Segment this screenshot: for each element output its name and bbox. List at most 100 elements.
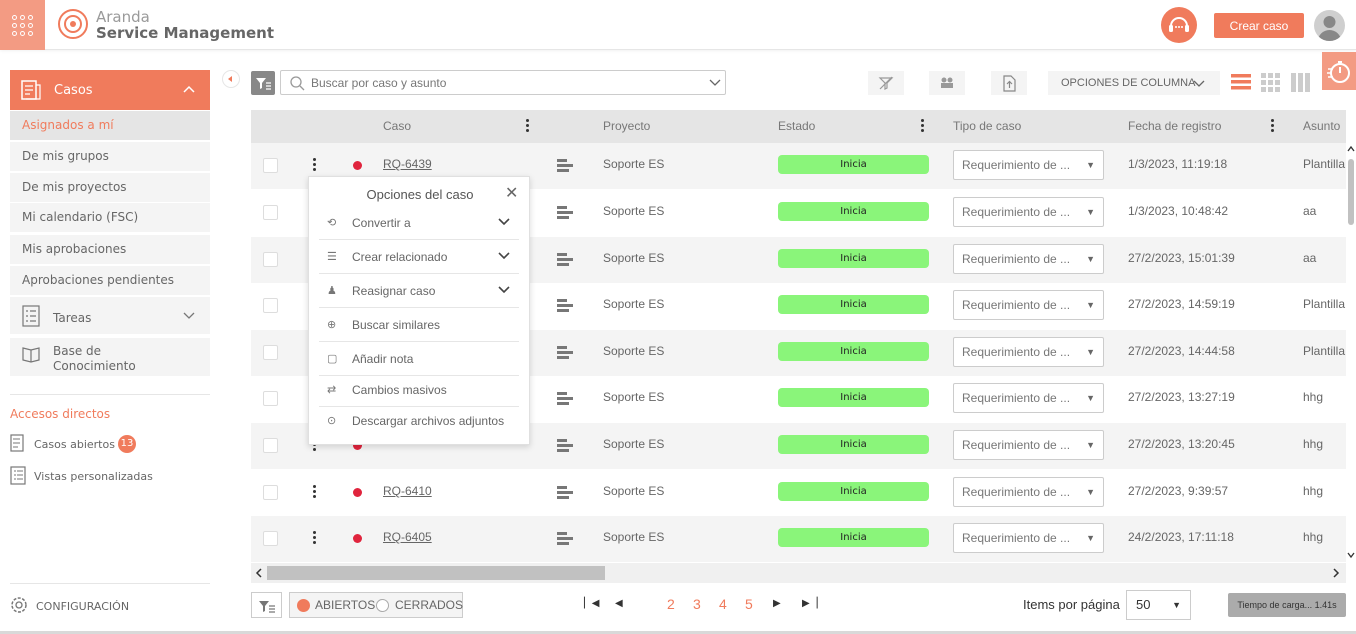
chevron-up-icon[interactable]: [182, 82, 196, 96]
scroll-left-icon[interactable]: [255, 568, 263, 578]
row-checkbox[interactable]: [263, 531, 278, 546]
search-input[interactable]: [311, 74, 691, 92]
case-type-select[interactable]: Requerimiento de ... ▼: [953, 150, 1104, 180]
last-page-icon[interactable]: ▶▕: [802, 598, 817, 609]
row-checkbox[interactable]: [263, 158, 278, 173]
project-icon[interactable]: [557, 392, 573, 405]
project-icon[interactable]: [557, 299, 573, 312]
filter-list-button[interactable]: [251, 71, 275, 95]
row-menu-icon[interactable]: [313, 531, 317, 546]
abiertos-radio[interactable]: [297, 599, 310, 612]
row-checkbox[interactable]: [263, 345, 278, 360]
page-3[interactable]: 3: [693, 596, 701, 612]
page-2[interactable]: 2: [667, 596, 675, 612]
case-id-link[interactable]: RQ-6439: [383, 157, 432, 171]
page-5[interactable]: 5: [745, 596, 753, 612]
user-avatar[interactable]: [1314, 10, 1345, 41]
case-type-select[interactable]: Requerimiento de ... ▼: [953, 244, 1104, 274]
scrollbar-thumb[interactable]: [267, 566, 605, 580]
row-menu-icon[interactable]: [313, 485, 317, 500]
chevron-down-icon[interactable]: [497, 249, 511, 263]
sidebar-item-proyectos[interactable]: De mis proyectos: [10, 173, 210, 202]
case-option-item[interactable]: ⟲ Convertir a: [319, 207, 519, 240]
chevron-down-icon[interactable]: [497, 283, 511, 297]
row-checkbox[interactable]: [263, 391, 278, 406]
search-box[interactable]: [280, 70, 726, 95]
prev-page-icon[interactable]: ◀: [615, 598, 623, 609]
case-option-item[interactable]: ⊙ Descargar archivos adjuntos: [319, 405, 519, 438]
sidebar-item-pendientes[interactable]: Aprobaciones pendientes: [10, 266, 210, 295]
row-menu-icon[interactable]: [313, 158, 317, 173]
scrollbar-thumb[interactable]: [1348, 159, 1354, 225]
case-type-select[interactable]: Requerimiento de ... ▼: [953, 290, 1104, 320]
col-header-tipo[interactable]: Tipo de caso: [953, 119, 1021, 133]
sidebar-item-calendario[interactable]: Mi calendario (FSC): [10, 203, 210, 232]
sidebar-casos-header[interactable]: Casos: [10, 70, 210, 110]
case-option-item[interactable]: ☰ Crear relacionado: [319, 241, 519, 274]
headset-support-icon[interactable]: [1161, 7, 1197, 43]
close-icon[interactable]: ✕: [505, 183, 518, 202]
sidebar-item-asignados[interactable]: Asignados a mí: [10, 111, 210, 140]
assign-users-button[interactable]: [929, 71, 965, 95]
row-checkbox[interactable]: [263, 252, 278, 267]
column-menu-icon[interactable]: [526, 119, 530, 134]
cerrados-radio[interactable]: [376, 599, 389, 612]
col-header-proyecto[interactable]: Proyecto: [603, 119, 650, 133]
column-view-icon[interactable]: [1291, 72, 1311, 92]
case-option-item[interactable]: ⇄ Cambios masivos: [319, 374, 519, 407]
apps-grid-icon[interactable]: [0, 0, 45, 50]
shortcut-casos-abiertos[interactable]: Casos abiertos 13: [10, 434, 210, 454]
project-icon[interactable]: [557, 159, 573, 172]
row-checkbox[interactable]: [263, 438, 278, 453]
project-icon[interactable]: [557, 346, 573, 359]
case-type-select[interactable]: Requerimiento de ... ▼: [953, 383, 1104, 413]
items-per-page-select[interactable]: 50 ▼: [1126, 590, 1191, 620]
table-row[interactable]: RQ-6405 Soporte ES Inicia Requerimiento de …: [251, 516, 1346, 562]
project-icon[interactable]: [557, 532, 573, 545]
project-icon[interactable]: [557, 439, 573, 452]
case-type-select[interactable]: Requerimiento de ... ▼: [953, 523, 1104, 553]
chevron-down-icon[interactable]: [497, 215, 511, 229]
cerrados-label[interactable]: CERRADOS: [395, 598, 463, 612]
page-4[interactable]: 4: [719, 596, 727, 612]
sidebar-item-tareas[interactable]: Tareas: [10, 297, 210, 334]
row-checkbox[interactable]: [263, 298, 278, 313]
collapse-sidebar-button[interactable]: [222, 70, 240, 88]
col-header-fecha[interactable]: Fecha de registro: [1128, 119, 1221, 133]
chevron-down-icon[interactable]: [182, 310, 196, 322]
project-icon[interactable]: [557, 206, 573, 219]
shortcut-vistas-personalizadas[interactable]: Vistas personalizadas: [10, 466, 210, 486]
vertical-scrollbar[interactable]: [1346, 143, 1356, 562]
sidebar-item-base-conocimiento[interactable]: Base de Conocimiento: [10, 338, 210, 376]
row-checkbox[interactable]: [263, 485, 278, 500]
table-row[interactable]: RQ-6410 Soporte ES Inicia Requerimiento de …: [251, 470, 1346, 516]
case-id-link[interactable]: RQ-6410: [383, 484, 432, 498]
grid-view-icon[interactable]: [1261, 72, 1281, 92]
footer-filter-button[interactable]: [251, 592, 282, 618]
column-options-dropdown[interactable]: OPCIONES DE COLUMNA: [1048, 71, 1220, 95]
create-case-button[interactable]: Crear caso: [1214, 13, 1304, 38]
col-header-asunto[interactable]: Asunto: [1303, 119, 1340, 133]
scroll-up-icon[interactable]: [1347, 145, 1355, 153]
horizontal-scrollbar[interactable]: [251, 563, 1346, 583]
first-page-icon[interactable]: ▏◀: [584, 598, 599, 609]
col-header-estado[interactable]: Estado: [778, 119, 815, 133]
project-icon[interactable]: [557, 486, 573, 499]
case-option-item[interactable]: ♟ Reasignar caso: [319, 275, 519, 308]
timer-button[interactable]: [1322, 52, 1356, 90]
case-option-item[interactable]: ⊕ Buscar similares: [319, 309, 519, 342]
case-type-select[interactable]: Requerimiento de ... ▼: [953, 430, 1104, 460]
clear-filter-button[interactable]: [868, 71, 904, 95]
configuracion-link[interactable]: CONFIGURACIÓN: [10, 583, 210, 613]
scroll-down-icon[interactable]: [1347, 551, 1355, 559]
column-menu-icon[interactable]: [921, 119, 925, 134]
col-header-caso[interactable]: Caso: [383, 119, 411, 133]
list-view-icon[interactable]: [1231, 72, 1251, 92]
project-icon[interactable]: [557, 253, 573, 266]
case-type-select[interactable]: Requerimiento de ... ▼: [953, 197, 1104, 227]
abiertos-label[interactable]: ABIERTOS: [315, 598, 375, 612]
scroll-right-icon[interactable]: [1332, 568, 1340, 578]
column-menu-icon[interactable]: [1271, 119, 1275, 134]
sidebar-item-aprobaciones[interactable]: Mis aprobaciones: [10, 235, 210, 264]
row-checkbox[interactable]: [263, 205, 278, 220]
